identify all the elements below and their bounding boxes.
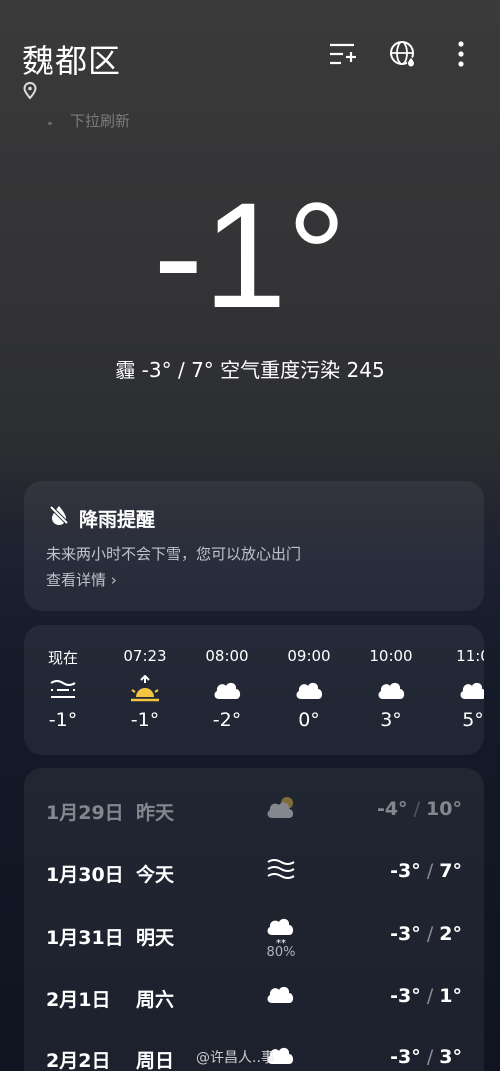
hourly-item: 09:00 0° <box>268 625 350 755</box>
temp-range: -3° / 7° <box>390 860 462 882</box>
hourly-item: 07:23 -1° <box>104 625 186 755</box>
cloud-icon <box>267 986 294 1003</box>
hourly-item: 08:00 -2° <box>186 625 268 755</box>
hourly-item: 现在 -1° <box>24 625 104 755</box>
cloud-icon <box>296 682 323 699</box>
day-date: 2月1日 <box>46 989 111 1011</box>
globe-icon <box>390 41 416 68</box>
day-date: 1月30日 <box>46 864 124 886</box>
location-pin-icon <box>23 82 37 100</box>
hourly-item: 11:0 5° <box>432 625 484 755</box>
daily-forecast-card[interactable]: 1月29日 昨天 -4° / 10° 1月30日 今天 -3° / 7° 1月3… <box>24 768 484 1071</box>
hourly-item: 10:00 3° <box>350 625 432 755</box>
hour-temp: -2° <box>212 709 242 731</box>
add-city-icon <box>330 43 356 65</box>
more-button[interactable] <box>446 38 476 70</box>
rain-alert-title: 降雨提醒 <box>79 509 156 531</box>
day-name: 周日 <box>136 1050 175 1071</box>
temp-range: -3° / 2° <box>390 923 462 945</box>
day-name: 昨天 <box>136 802 175 824</box>
temp-range: -4° / 10° <box>376 798 462 820</box>
daily-row[interactable]: 1月30日 今天 -3° / 7° <box>24 859 484 920</box>
sunrise-icon <box>131 675 159 702</box>
daily-row[interactable]: 1月31日 明天 ** 80% -3° / 2° <box>24 918 484 983</box>
hour-time: 现在 <box>47 649 78 667</box>
day-date: 2月2日 <box>46 1050 111 1071</box>
add-city-button[interactable] <box>328 38 358 70</box>
more-icon <box>458 41 464 67</box>
hour-temp: -1° <box>48 709 78 731</box>
hour-temp: 3° <box>380 709 402 731</box>
temp-range: -3° / 1° <box>390 985 462 1007</box>
cloud-icon <box>214 682 241 699</box>
day-name: 今天 <box>136 864 175 886</box>
weather-summary: 霾 -3° / 7° 空气重度污染 245 <box>115 358 385 382</box>
haze-icon <box>267 859 295 879</box>
daily-row[interactable]: 2月1日 周六 -3° / 1° <box>24 985 484 1045</box>
hour-temp: 5° <box>462 709 484 731</box>
daily-row[interactable]: 1月29日 昨天 -4° / 10° <box>24 797 484 858</box>
hour-temp: -1° <box>130 709 160 731</box>
view-details-link[interactable]: 查看详情 › <box>46 569 117 590</box>
hour-temp: 0° <box>298 709 320 731</box>
header: 魏都区 下拉刷新 <box>0 0 500 140</box>
globe-button[interactable] <box>388 38 418 70</box>
day-date: 1月29日 <box>46 802 124 824</box>
cloud-icon <box>460 682 484 699</box>
refresh-indicator <box>48 122 52 125</box>
hour-time: 07:23 <box>123 647 167 665</box>
day-date: 1月31日 <box>46 927 124 949</box>
day-name: 周六 <box>136 989 175 1011</box>
city-name[interactable]: 魏都区 <box>22 36 121 82</box>
no-rain-icon <box>49 505 69 525</box>
cloud-icon <box>378 682 405 699</box>
precip-chance: 80% <box>266 945 296 960</box>
rain-alert-description: 未来两小时不会下雪，您可以放心出门 <box>46 545 302 563</box>
temp-range: -3° / 3° <box>390 1046 462 1068</box>
refresh-hint: 下拉刷新 <box>70 112 131 130</box>
snow-icon: ** <box>267 918 294 947</box>
hour-time: 10:00 <box>369 647 413 665</box>
partly-cloudy-icon <box>267 797 294 818</box>
haze-icon <box>50 680 76 698</box>
rain-alert-card[interactable]: 降雨提醒 未来两小时不会下雪，您可以放心出门 查看详情 › <box>24 481 484 611</box>
hourly-forecast-card[interactable]: 现在 -1° 07:23 -1° 08:00 -2° 09:00 0° 10:0… <box>24 625 484 755</box>
hour-time: 08:00 <box>205 647 249 665</box>
watermark: @许昌人..事 <box>196 1050 275 1066</box>
hour-time: 09:00 <box>287 647 331 665</box>
hour-time: 11:0 <box>456 647 484 665</box>
day-name: 明天 <box>136 927 175 949</box>
current-temperature: -1° <box>153 171 347 339</box>
